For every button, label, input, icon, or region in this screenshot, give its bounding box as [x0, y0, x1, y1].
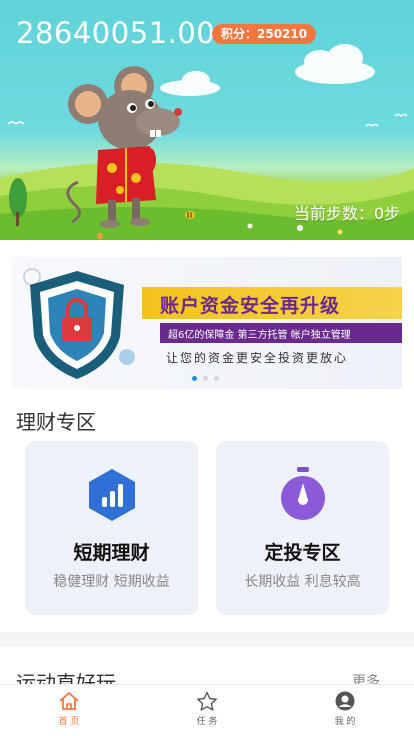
tab-label: 我 的 — [334, 717, 356, 727]
star-icon — [197, 691, 217, 711]
card-title: 定投专区 — [264, 542, 341, 564]
step-count: 当前步数：0步 — [293, 204, 400, 223]
balance-amount: 28640051.00 — [16, 16, 216, 50]
carousel-dot[interactable] — [203, 376, 208, 381]
profile-icon — [335, 691, 355, 711]
short-term-finance-card[interactable]: 短期理财 稳健理财 短期收益 — [25, 441, 198, 615]
tab-label: 首 页 — [58, 717, 80, 727]
card-description: 稳健理财 短期收益 — [53, 574, 170, 590]
tab-tasks[interactable]: 任 务 — [138, 685, 276, 736]
tab-profile[interactable]: 我 的 — [276, 685, 414, 736]
stopwatch-icon — [280, 467, 325, 520]
bottom-tab-bar: 首 页 任 务 我 的 — [0, 684, 414, 736]
tab-home[interactable]: 首 页 — [0, 685, 138, 736]
finance-section: 理财专区 短期理财 稳健理财 短期收益 定投专区 长期收益 利息较高 — [0, 400, 414, 632]
card-description: 长期收益 利息较高 — [244, 574, 361, 590]
home-icon — [59, 692, 79, 710]
banner-subline: 超6亿的保障金 第三方托管 帐户独立管理 — [168, 330, 351, 341]
hero-header: 28640051.00 积分：250210 当前步数：0步 — [0, 0, 414, 240]
banner-section: 账户资金安全再升级 超6亿的保障金 第三方托管 帐户独立管理 让您的资金更安全投… — [0, 240, 414, 400]
carousel-dot[interactable] — [192, 376, 197, 381]
fixed-investment-card[interactable]: 定投专区 长期收益 利息较高 — [216, 441, 389, 615]
tab-label: 任 务 — [196, 717, 218, 727]
shield-lock-icon — [23, 268, 135, 379]
bar-chart-hexagon-icon — [88, 469, 135, 521]
card-title: 短期理财 — [73, 542, 150, 564]
carousel-dot[interactable] — [214, 376, 219, 381]
app-screen: 28640051.00 积分：250210 当前步数：0步 账户资金安全再升级 … — [0, 0, 414, 736]
finance-section-title: 理财专区 — [16, 410, 96, 434]
carousel-indicator — [192, 376, 219, 381]
banner-tagline: 让您的资金更安全投资更放心 — [166, 351, 349, 365]
banner-headline: 账户资金安全再升级 — [160, 295, 341, 317]
points-badge[interactable]: 积分：250210 — [212, 24, 317, 44]
promo-banner[interactable]: 账户资金安全再升级 超6亿的保障金 第三方托管 帐户独立管理 让您的资金更安全投… — [12, 257, 402, 389]
